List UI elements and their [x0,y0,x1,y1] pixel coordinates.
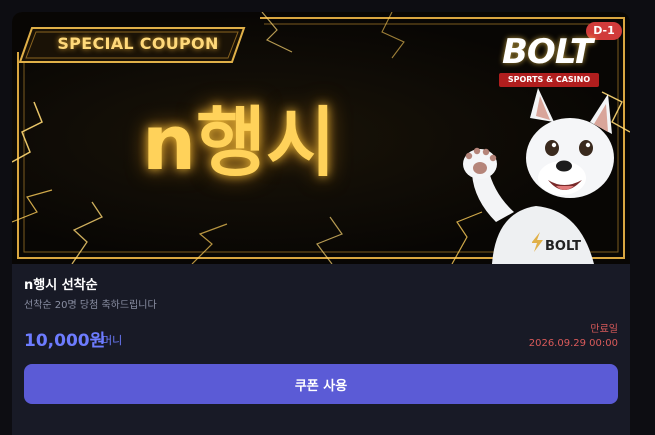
special-coupon-tag: SPECIAL COUPON [57,33,219,53]
banner-headline: n행시 [142,98,336,187]
expiry-date: 2026.09.29 00:00 [528,338,618,349]
coupon-amount: 10,000원 [24,331,106,351]
shirt-logo-text: BOLT [545,239,581,254]
coupon-description: 선착순 20명 당첨 축하드립니다 [24,300,157,311]
coupon-banner: SPECIAL COUPON n행시 D-1 BOLT SPORTS & CAS… [12,12,630,264]
brand-logo: BOLT [502,32,593,72]
coupon-card: SPECIAL COUPON n행시 D-1 BOLT SPORTS & CAS… [12,12,630,435]
expiry-label: 만료일 [590,324,618,335]
wolf-mascot-icon: BOLT [463,88,614,264]
coupon-title: n행시 선착순 [24,278,98,293]
coupon-amount-unit: 머니 [102,334,123,347]
use-coupon-button[interactable]: 쿠폰 사용 [24,364,618,404]
